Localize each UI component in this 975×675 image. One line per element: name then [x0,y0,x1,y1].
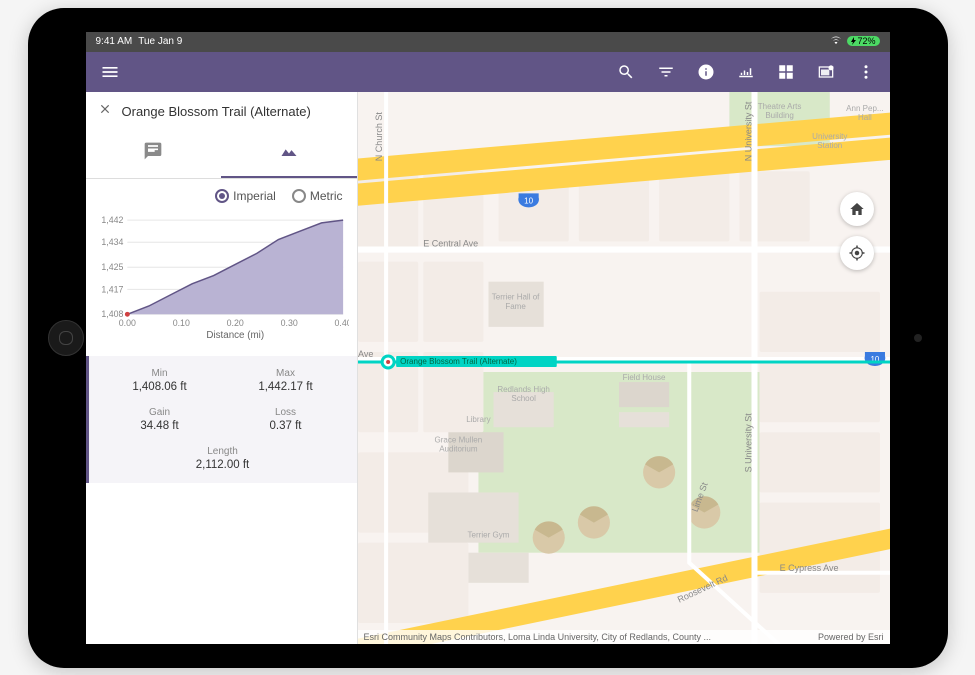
basemap-button[interactable] [806,52,846,92]
svg-text:Library: Library [466,415,491,424]
home-button[interactable] [48,320,84,356]
svg-text:10: 10 [524,196,533,205]
svg-text:Building: Building [765,111,794,120]
attribution-powered: Powered by Esri [818,632,884,642]
svg-text:University: University [812,132,847,141]
svg-text:Theatre Arts: Theatre Arts [757,102,801,111]
stat-min-value: 1,408.06 ft [97,381,223,393]
panel-title: Orange Blossom Trail (Alternate) [122,104,311,119]
svg-text:1,434: 1,434 [101,237,123,247]
svg-text:N Church St: N Church St [374,111,384,161]
battery-icon: 72% [847,36,879,48]
radio-imperial-label: Imperial [233,189,276,203]
svg-text:0.20: 0.20 [226,318,243,328]
camera-indicator [914,334,922,342]
stat-loss-label: Loss [223,407,349,418]
status-time: 9:41 AM [96,36,133,47]
radio-imperial[interactable]: Imperial [215,189,276,203]
attribution-text: Esri Community Maps Contributors, Loma L… [364,632,711,642]
wifi-icon [830,35,842,48]
search-button[interactable] [606,52,646,92]
tablet-frame: 9:41 AM Tue Jan 9 72% [28,8,948,668]
app-toolbar [86,52,890,92]
svg-text:1,442: 1,442 [101,215,123,225]
grid-button[interactable] [766,52,806,92]
stat-gain-value: 34.48 ft [97,420,223,432]
svg-text:Distance (mi): Distance (mi) [206,329,264,340]
map-canvas[interactable]: 1010Orange Blossom Trail (Alternate)N Ch… [358,92,890,644]
stat-length-value: 2,112.00 ft [97,459,349,471]
elevation-chart: 1,4081,4171,4251,4341,4420.000.100.200.3… [86,213,357,352]
stat-loss-value: 0.37 ft [223,420,349,432]
svg-text:0.40: 0.40 [334,318,348,328]
home-extent-button[interactable] [840,192,874,226]
menu-button[interactable] [90,52,130,92]
svg-text:Ann Pep...: Ann Pep... [846,104,883,113]
svg-text:S University St: S University St [743,412,753,472]
map-attribution: Esri Community Maps Contributors, Loma L… [358,630,890,644]
tab-elevation[interactable] [221,131,357,178]
stat-min-label: Min [97,368,223,379]
svg-text:0.00: 0.00 [118,318,135,328]
detail-panel: Orange Blossom Trail (Alternate) Imperia… [86,92,358,644]
svg-text:0.30: 0.30 [280,318,297,328]
status-date: Tue Jan 9 [138,36,182,47]
stat-max-label: Max [223,368,349,379]
svg-text:0.10: 0.10 [172,318,189,328]
radio-metric[interactable]: Metric [292,189,343,203]
svg-text:Redlands High: Redlands High [497,385,550,394]
svg-text:1,425: 1,425 [101,262,123,272]
stat-length-label: Length [97,446,349,457]
info-button[interactable] [686,52,726,92]
svg-text:Terrier Gym: Terrier Gym [467,530,509,539]
close-panel-button[interactable] [98,102,112,121]
stat-gain-label: Gain [97,407,223,418]
tab-comments[interactable] [86,131,222,178]
svg-text:School: School [511,394,536,403]
stat-max-value: 1,442.17 ft [223,381,349,393]
svg-text:Station: Station [817,141,842,150]
svg-text:Hall: Hall [857,113,871,122]
measure-button[interactable] [726,52,766,92]
status-bar: 9:41 AM Tue Jan 9 72% [86,32,890,52]
svg-text:1,417: 1,417 [101,284,123,294]
svg-text:Ave: Ave [358,348,373,358]
svg-text:Field House: Field House [622,373,665,382]
svg-text:Auditorium: Auditorium [439,444,478,453]
overflow-button[interactable] [846,52,886,92]
svg-text:Grace Mullen: Grace Mullen [434,435,482,444]
svg-text:E Cypress Ave: E Cypress Ave [779,562,838,572]
radio-metric-label: Metric [310,189,343,203]
screen: 9:41 AM Tue Jan 9 72% [86,32,890,644]
svg-text:Orange Blossom Trail (Alternat: Orange Blossom Trail (Alternate) [400,356,517,365]
svg-text:N University St: N University St [743,101,753,161]
svg-text:E Central Ave: E Central Ave [423,238,478,248]
locate-button[interactable] [840,236,874,270]
filter-button[interactable] [646,52,686,92]
svg-text:Fame: Fame [505,301,526,310]
elevation-stats: Min 1,408.06 ft Max 1,442.17 ft Gain 34.48 … [86,356,357,483]
svg-text:Terrier Hall of: Terrier Hall of [491,292,539,301]
